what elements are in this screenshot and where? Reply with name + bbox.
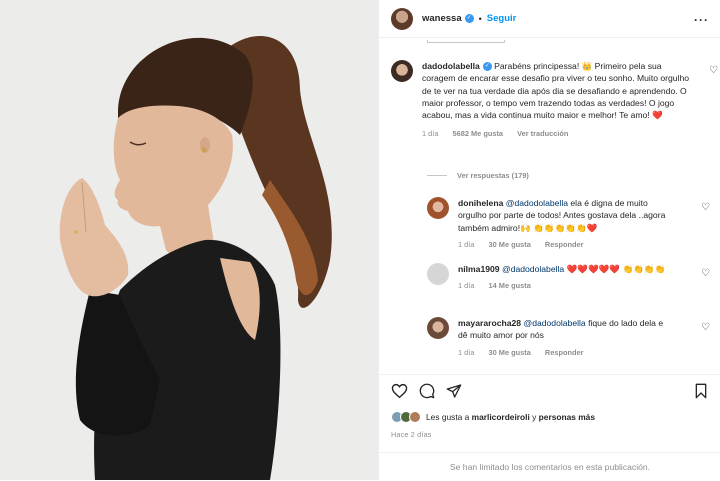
- likes-others[interactable]: personas más: [539, 412, 595, 422]
- reply-time[interactable]: 1 día: [458, 348, 474, 357]
- reply-likes[interactable]: 14 Me gusta: [489, 281, 531, 290]
- like-reply-heart-icon[interactable]: ♡: [701, 269, 711, 279]
- comments-limited-notice: Se han limitado los comentarios en esta …: [379, 452, 720, 480]
- action-bar: [379, 374, 720, 408]
- like-comment-heart-icon[interactable]: ♡: [709, 66, 719, 76]
- reply-time[interactable]: 1 día: [458, 240, 474, 249]
- comment-likes[interactable]: 5682 Me gusta: [453, 129, 504, 138]
- reply-likes[interactable]: 30 Me gusta: [489, 240, 531, 249]
- share-send-icon[interactable]: [446, 383, 462, 399]
- replies-line: [427, 175, 447, 176]
- comment-time[interactable]: 1 día: [422, 129, 438, 138]
- verified-badge-icon: ✓: [464, 14, 474, 23]
- follow-button[interactable]: Seguir: [487, 13, 517, 24]
- comment-username[interactable]: dadodolabella: [422, 61, 480, 71]
- more-options-icon[interactable]: ···: [694, 13, 709, 27]
- comments-list[interactable]: dadodolabella ✓ Parabéns principessa! 👑 P…: [379, 38, 720, 374]
- commenter-avatar[interactable]: [391, 60, 413, 82]
- verified-badge-icon: ✓: [482, 62, 492, 72]
- reply: mayararocha28 @dadodolabella fique do la…: [427, 317, 717, 357]
- reply-button[interactable]: Responder: [545, 240, 584, 249]
- liker-avatar: [409, 411, 421, 423]
- reply-button[interactable]: Responder: [545, 348, 584, 357]
- reply: donihelena @dadodolabella ela é digna de…: [427, 197, 717, 249]
- woman-praying-illustration: [0, 0, 378, 480]
- like-reply-heart-icon[interactable]: ♡: [701, 323, 711, 333]
- author-username[interactable]: wanessa: [422, 13, 462, 24]
- replier-avatar[interactable]: [427, 317, 449, 339]
- likes-user[interactable]: marlicordeiroli: [472, 412, 530, 422]
- replier-avatar[interactable]: [427, 263, 449, 285]
- likes-summary[interactable]: Les gusta a marlicordeiroli y personas m…: [391, 411, 595, 423]
- comment: dadodolabella ✓ Parabéns principessa! 👑 P…: [391, 60, 718, 138]
- translate-link[interactable]: Ver traducción: [517, 129, 568, 138]
- like-heart-icon[interactable]: [391, 383, 408, 399]
- reply-likes[interactable]: 30 Me gusta: [489, 348, 531, 357]
- view-replies-label: Ver respuestas (179): [457, 171, 529, 180]
- save-bookmark-icon[interactable]: [694, 383, 708, 399]
- comment-bubble-icon[interactable]: [419, 383, 435, 399]
- separator-dot: •: [478, 13, 482, 24]
- reply-mention[interactable]: @dadodolabella: [523, 318, 585, 328]
- post-header: wanessa ✓ • Seguir ···: [379, 0, 720, 38]
- scroll-indicator: [427, 40, 505, 43]
- replier-avatar[interactable]: [427, 197, 449, 219]
- like-reply-heart-icon[interactable]: ♡: [701, 203, 711, 213]
- post-photo[interactable]: [0, 0, 378, 480]
- post-timestamp[interactable]: Hace 2 días: [391, 430, 432, 439]
- view-replies-button[interactable]: Ver respuestas (179): [427, 171, 529, 180]
- reply-username[interactable]: donihelena: [458, 198, 503, 208]
- reply-username[interactable]: mayararocha28: [458, 318, 521, 328]
- reply-text: ❤️❤️❤️❤️❤️ 👏👏👏👏: [566, 264, 666, 274]
- likes-prefix: Les gusta a: [426, 412, 470, 422]
- reply-time[interactable]: 1 día: [458, 281, 474, 290]
- reply: nilma1909 @dadodolabella ❤️❤️❤️❤️❤️ 👏👏👏👏…: [427, 263, 717, 290]
- reply-username[interactable]: nilma1909: [458, 264, 500, 274]
- post-side-panel: wanessa ✓ • Seguir ··· dadodolabella ✓ Pa…: [378, 0, 720, 480]
- likes-conj: y: [532, 412, 537, 422]
- reply-mention[interactable]: @dadodolabella: [502, 264, 564, 274]
- author-avatar[interactable]: [391, 7, 413, 30]
- reply-mention[interactable]: @dadodolabella: [506, 198, 568, 208]
- instagram-post: wanessa ✓ • Seguir ··· dadodolabella ✓ Pa…: [0, 0, 720, 480]
